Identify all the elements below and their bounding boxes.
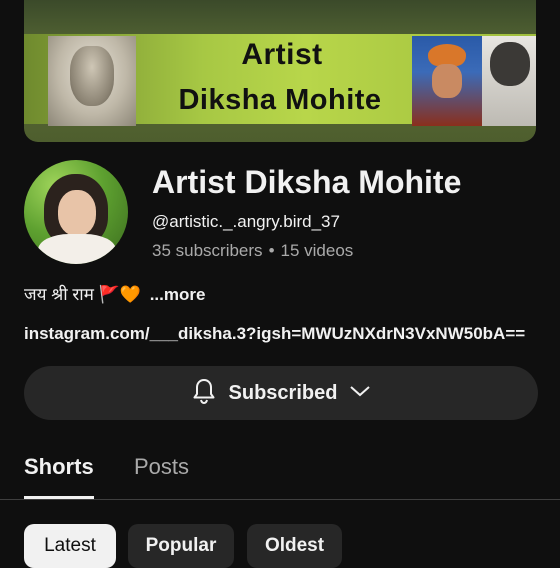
sort-filter-chips: Latest Popular Oldest: [0, 524, 560, 568]
chevron-down-icon: [349, 383, 371, 404]
channel-description[interactable]: जय श्री राम 🚩🧡 ...more: [24, 282, 205, 305]
banner-title-line2: Diksha Mohite: [178, 84, 382, 116]
chip-popular[interactable]: Popular: [128, 524, 234, 568]
tab-posts[interactable]: Posts: [134, 454, 189, 480]
channel-name: Artist Diksha Mohite: [152, 164, 462, 200]
subscriber-count: 35 subscribers: [152, 241, 263, 260]
stats-separator: •: [268, 241, 275, 260]
tab-shorts[interactable]: Shorts: [24, 454, 94, 480]
video-count: 15 videos: [280, 241, 354, 260]
more-link[interactable]: ...more: [150, 285, 206, 304]
banner-title-line1: Artist: [241, 38, 323, 71]
selected-tab-indicator: [24, 496, 94, 499]
channel-banner: Artist Diksha Mohite: [24, 0, 536, 142]
bell-icon: [191, 377, 217, 410]
subscribed-label: Subscribed: [228, 381, 338, 404]
description-text: जय श्री राम 🚩🧡: [24, 285, 141, 304]
chip-oldest[interactable]: Oldest: [247, 524, 342, 568]
channel-handle: @artistic._.angry.bird_37: [152, 212, 340, 231]
channel-avatar[interactable]: [24, 160, 128, 264]
subscribed-button[interactable]: Subscribed: [24, 366, 538, 420]
channel-tabs: Shorts Posts: [0, 440, 560, 500]
channel-stats: 35 subscribers • 15 videos: [152, 241, 353, 261]
channel-link[interactable]: instagram.com/___diksha.3?igsh=MWUzNXdrN…: [24, 324, 525, 344]
chip-latest[interactable]: Latest: [24, 524, 116, 568]
